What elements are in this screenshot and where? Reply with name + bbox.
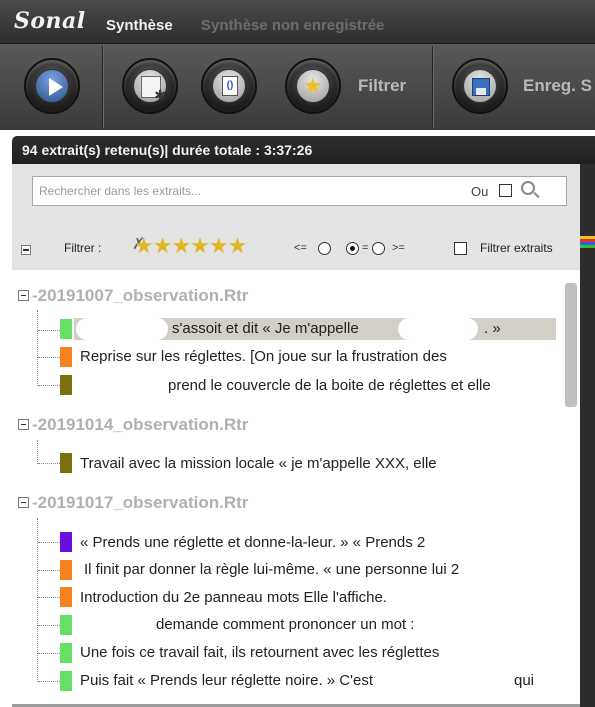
collapse-all-icon[interactable]	[21, 245, 31, 255]
play-icon	[49, 78, 63, 96]
save-icon	[472, 78, 490, 96]
tree-line	[38, 357, 60, 358]
list-item[interactable]: Puis fait « Prends leur réglette noire. …	[80, 672, 373, 689]
play-button[interactable]	[24, 58, 80, 114]
settings-document-icon	[141, 76, 166, 104]
filter-extraits-label: Filtrer extraits	[480, 241, 553, 255]
filter-extraits-checkbox[interactable]	[454, 242, 467, 255]
title-bar: Sonal Synthèse Synthèse non enregistrée	[0, 0, 595, 44]
ou-checkbox[interactable]	[499, 184, 512, 197]
tree-line	[38, 330, 60, 331]
search-box: Ou	[32, 176, 567, 206]
category-swatch	[60, 347, 72, 367]
list-item[interactable]: prend le couvercle de la boite de réglet…	[168, 377, 491, 394]
tree-line	[38, 653, 60, 654]
category-swatch	[60, 560, 72, 580]
tree-line	[37, 310, 38, 386]
save-button[interactable]	[452, 58, 508, 114]
list-item[interactable]: Il finit par donner la règle lui-même. «…	[84, 561, 459, 578]
collapse-icon[interactable]	[18, 419, 29, 430]
category-swatch	[60, 643, 72, 663]
right-panel-edge	[580, 164, 595, 707]
group-title: -20191014_observation.Rtr	[32, 415, 249, 434]
category-swatch	[60, 319, 72, 339]
list-item[interactable]: demande comment prononcer un mot :	[156, 616, 414, 633]
compare-eq-label: =	[362, 242, 369, 254]
tree-line	[37, 440, 38, 464]
list-item[interactable]: s'assoit et dit « Je m'appelle	[172, 320, 359, 337]
search-input[interactable]	[39, 181, 459, 201]
document-icon: ()	[222, 76, 238, 96]
list-item[interactable]: Une fois ce travail fait, ils retournent…	[80, 644, 439, 661]
search-icon[interactable]	[521, 181, 535, 195]
category-swatch	[60, 453, 72, 473]
group-title: -20191007_observation.Rtr	[32, 286, 249, 305]
tree-line	[38, 542, 60, 543]
save-label[interactable]: Enreg. S	[523, 76, 592, 96]
category-swatch	[60, 587, 72, 607]
toolbar-divider	[102, 46, 104, 128]
category-swatch	[60, 615, 72, 635]
panel-header: 94 extrait(s) retenu(s)| durée totale : …	[12, 136, 595, 164]
rating-stars[interactable]: ★★★★★★	[134, 233, 247, 259]
star-filter-icon: ★	[303, 73, 323, 98]
tree-line	[38, 385, 60, 386]
tree-line	[38, 597, 60, 598]
filter-bar: Ou Filtrer : ✗ ★★★★★★ <= = >= Filtrer ex…	[12, 164, 580, 270]
filter-rating-label: Filtrer :	[64, 241, 102, 255]
tree-line	[38, 570, 60, 571]
category-swatch	[60, 375, 72, 395]
filter-button[interactable]: ★	[285, 58, 341, 114]
filter-label[interactable]: Filtrer	[358, 76, 406, 96]
category-swatch	[60, 532, 72, 552]
document-button[interactable]: ()	[201, 58, 257, 114]
list-item[interactable]: Introduction du 2e panneau mots Elle l'a…	[80, 589, 387, 606]
settings-document-button[interactable]	[122, 58, 178, 114]
list-item-tail: qui	[514, 672, 535, 689]
compare-le-label: <=	[294, 242, 307, 254]
app-logo: Sonal	[14, 8, 86, 34]
redaction-mark	[398, 318, 478, 340]
list-item[interactable]: Reprise sur les réglettes. [On joue sur …	[80, 348, 447, 365]
tree-line	[38, 625, 60, 626]
radio-ge[interactable]	[372, 242, 385, 255]
tree-line	[38, 681, 60, 682]
radio-eq[interactable]	[346, 242, 359, 255]
toolbar-divider	[432, 46, 434, 128]
collapse-icon[interactable]	[18, 290, 29, 301]
window-subtitle: Synthèse non enregistrée	[201, 17, 385, 34]
list-item[interactable]: « Prends une réglette et donne-la-leur. …	[80, 534, 425, 551]
vertical-scrollbar[interactable]	[565, 283, 577, 407]
list-item[interactable]: Travail avec la mission locale « je m'ap…	[80, 455, 437, 472]
category-swatch	[60, 671, 72, 691]
group-title: -20191017_observation.Rtr	[32, 493, 249, 512]
radio-le[interactable]	[318, 242, 331, 255]
ou-label: Ou	[471, 184, 489, 199]
list-item-tail: . »	[484, 320, 501, 337]
redaction-mark	[76, 318, 168, 340]
collapse-icon[interactable]	[18, 497, 29, 508]
accent-stripe	[580, 245, 595, 248]
extract-summary: 94 extrait(s) retenu(s)| durée totale : …	[22, 142, 313, 158]
toolbar: () ★ Filtrer Enreg. S	[0, 44, 595, 130]
window-title: Synthèse	[106, 17, 173, 34]
compare-ge-label: >=	[392, 242, 405, 254]
tree-line	[38, 463, 60, 464]
